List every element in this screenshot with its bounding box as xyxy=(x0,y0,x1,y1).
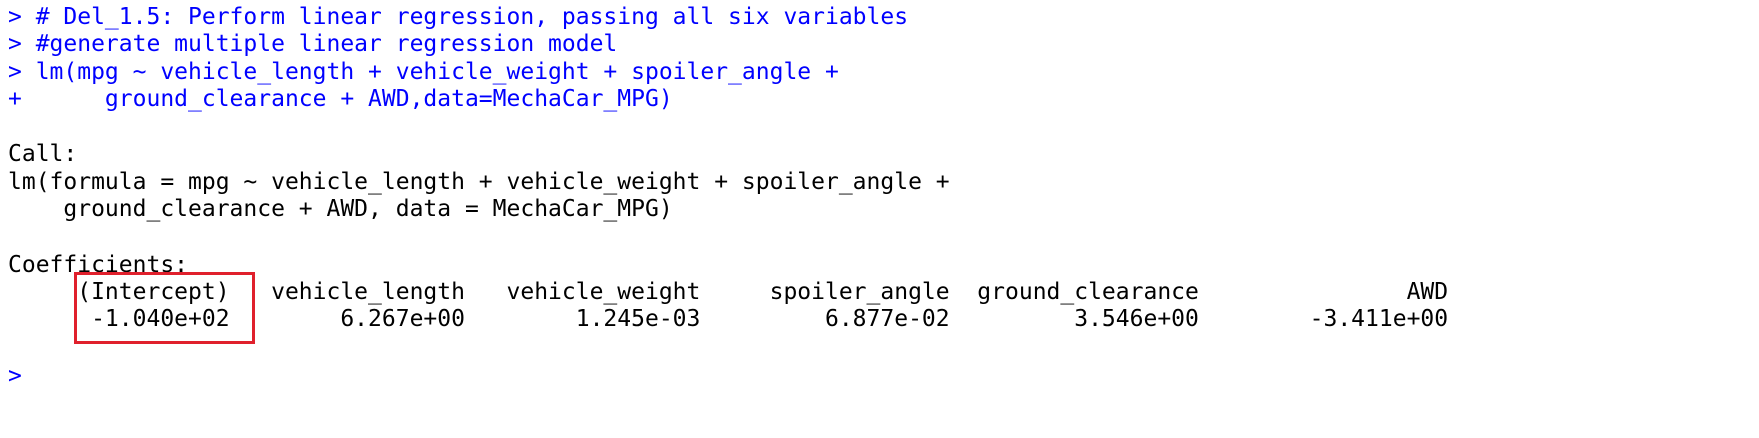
call-label: Call: xyxy=(8,141,78,167)
call-line-2: ground_clearance + AWD, data = MechaCar_… xyxy=(8,196,673,222)
r-console[interactable]: > # Del_1.5: Perform linear regression, … xyxy=(0,0,1759,438)
input-line-4: + ground_clearance + AWD,data=MechaCar_M… xyxy=(8,86,673,112)
intercept-highlight-box xyxy=(74,272,255,344)
call-line-1: lm(formula = mpg ~ vehicle_length + vehi… xyxy=(8,169,950,195)
input-line-1: > # Del_1.5: Perform linear regression, … xyxy=(8,4,909,30)
input-line-3: > lm(mpg ~ vehicle_length + vehicle_weig… xyxy=(8,59,839,85)
input-line-2: > #generate multiple linear regression m… xyxy=(8,31,618,57)
console-prompt[interactable]: > xyxy=(8,363,22,390)
